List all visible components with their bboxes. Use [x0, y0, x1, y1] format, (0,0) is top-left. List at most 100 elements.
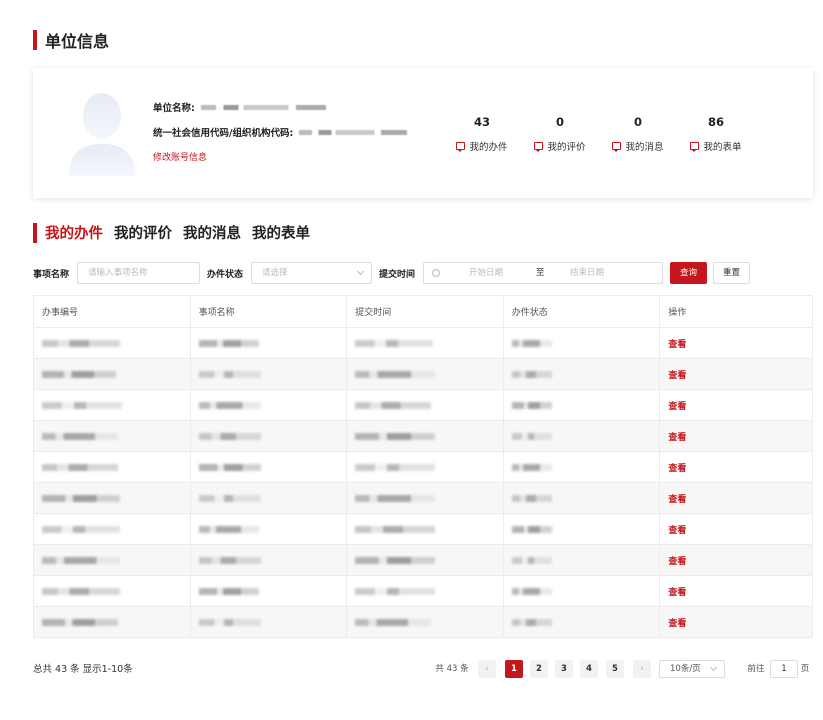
section-title: 单位信息: [45, 32, 110, 51]
header-item-name: 事项名称: [191, 296, 348, 327]
view-link[interactable]: 查看: [668, 523, 686, 536]
redacted-value: [42, 494, 120, 502]
stat-number: 0: [555, 115, 564, 129]
stat-my-cases[interactable]: 43 我的办件: [443, 115, 521, 153]
view-link[interactable]: 查看: [668, 461, 686, 474]
status-select[interactable]: 请选择: [251, 262, 372, 284]
status-label: 办件状态: [207, 270, 244, 280]
tab-my-reviews[interactable]: 我的评价: [114, 222, 172, 243]
page-1-button[interactable]: 1: [505, 660, 523, 678]
redacted-value: [511, 494, 552, 502]
submit-time-cell: [347, 607, 504, 637]
filter-bar: 事项名称 请输入事项名称 办件状态 请选择 提交时间 开始日期 至 结束日期 查…: [33, 262, 813, 284]
date-range-separator: 至: [536, 268, 545, 278]
case-status-cell: [504, 421, 661, 451]
item-name-cell: [191, 359, 348, 389]
item-name-cell: [191, 576, 348, 606]
actions-cell: 查看: [660, 607, 812, 637]
item-name-cell: [191, 328, 348, 358]
redacted-value: [198, 618, 261, 626]
clock-icon: [432, 269, 440, 277]
redacted-value: [511, 525, 552, 533]
redacted-value: [42, 587, 120, 595]
actions-cell: 查看: [660, 545, 812, 575]
item-name-cell: [191, 421, 348, 451]
unit-name-value-redacted: [200, 104, 326, 110]
case-status-cell: [504, 607, 661, 637]
submit-time-cell: [347, 576, 504, 606]
goto-page-input[interactable]: 1: [770, 660, 798, 678]
redacted-value: [355, 587, 436, 595]
redacted-value: [511, 401, 552, 409]
reset-button[interactable]: 重置: [713, 262, 750, 284]
stat-label: 我的表单: [703, 142, 742, 153]
goto-label: 前往: [747, 664, 765, 674]
submit-time-cell: [347, 483, 504, 513]
case-number-cell: [34, 545, 191, 575]
view-link[interactable]: 查看: [668, 585, 686, 598]
chevron-down-icon: [356, 267, 365, 276]
stats-group: 43 我的办件 0 我的评价 0 我的消息 86 我的表单: [443, 115, 755, 153]
actions-cell: 查看: [660, 452, 812, 482]
table-row: 查看: [34, 328, 812, 359]
redacted-value: [198, 587, 259, 595]
credit-code-label: 统一社会信用代码/组织机构代码:: [153, 128, 294, 139]
page-3-button[interactable]: 3: [555, 660, 573, 678]
view-link[interactable]: 查看: [668, 616, 686, 629]
view-link[interactable]: 查看: [668, 492, 686, 505]
redacted-value: [511, 463, 552, 471]
stat-my-reviews[interactable]: 0 我的评价: [521, 115, 599, 153]
status-placeholder: 请选择: [262, 268, 288, 278]
page-size-select[interactable]: 10条/页: [659, 660, 725, 678]
item-name-cell: [191, 483, 348, 513]
submit-time-cell: [347, 514, 504, 544]
message-icon: [534, 142, 544, 152]
page-2-button[interactable]: 2: [530, 660, 548, 678]
table-row: 查看: [34, 452, 812, 483]
case-status-cell: [504, 576, 661, 606]
redacted-value: [42, 618, 118, 626]
date-range-picker[interactable]: 开始日期 至 结束日期: [423, 262, 663, 284]
redacted-value: [355, 463, 436, 471]
view-link[interactable]: 查看: [668, 554, 686, 567]
stat-my-forms[interactable]: 86 我的表单: [677, 115, 755, 153]
redacted-value: [511, 432, 552, 440]
result-summary: 总共 43 条 显示1-10条: [33, 664, 133, 675]
item-name-input[interactable]: 请输入事项名称: [77, 262, 200, 284]
item-name-cell: [191, 607, 348, 637]
view-link[interactable]: 查看: [668, 399, 686, 412]
redacted-value: [198, 556, 261, 564]
case-number-cell: [34, 452, 191, 482]
case-status-cell: [504, 452, 661, 482]
submit-time-cell: [347, 545, 504, 575]
prev-page-button[interactable]: ‹: [478, 660, 496, 678]
page-5-button[interactable]: 5: [606, 660, 624, 678]
submit-time-cell: [347, 390, 504, 420]
redacted-value: [42, 463, 118, 471]
edit-account-link[interactable]: 修改账号信息: [153, 150, 407, 163]
actions-cell: 查看: [660, 514, 812, 544]
tab-my-forms[interactable]: 我的表单: [252, 222, 310, 243]
case-number-cell: [34, 421, 191, 451]
case-number-cell: [34, 390, 191, 420]
view-link[interactable]: 查看: [668, 430, 686, 443]
table-row: 查看: [34, 576, 812, 607]
case-number-cell: [34, 328, 191, 358]
submit-time-cell: [347, 359, 504, 389]
credit-code-value-redacted: [299, 129, 408, 135]
case-status-cell: [504, 545, 661, 575]
submit-time-cell: [347, 328, 504, 358]
table-row: 查看: [34, 607, 812, 638]
stat-my-messages[interactable]: 0 我的消息: [599, 115, 677, 153]
tab-my-cases[interactable]: 我的办件: [45, 222, 103, 243]
page-4-button[interactable]: 4: [580, 660, 598, 678]
view-link[interactable]: 查看: [668, 368, 686, 381]
next-page-button[interactable]: ›: [633, 660, 651, 678]
view-link[interactable]: 查看: [668, 337, 686, 350]
tab-my-messages[interactable]: 我的消息: [183, 222, 241, 243]
case-number-cell: [34, 576, 191, 606]
header-submit-time: 提交时间: [347, 296, 504, 327]
avatar-placeholder-icon: [68, 93, 136, 176]
table-row: 查看: [34, 359, 812, 390]
query-button[interactable]: 查询: [670, 262, 707, 284]
